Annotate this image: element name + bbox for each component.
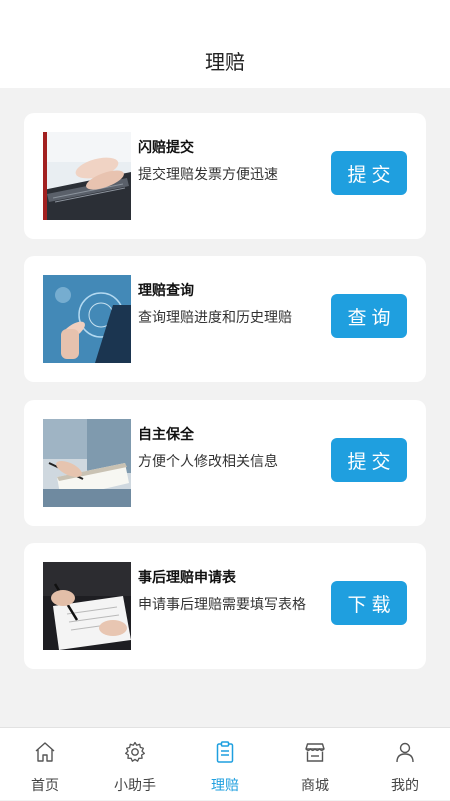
self-service-card: 自主保全 方便个人修改相关信息 提交	[24, 400, 426, 526]
card-title: 事后理赔申请表	[138, 570, 236, 586]
store-icon	[305, 743, 325, 762]
clipboard-icon	[216, 741, 234, 763]
tab-label: 我的	[391, 778, 419, 794]
top-bar: 理赔	[0, 0, 450, 88]
tab-mine[interactable]: 我的	[360, 728, 450, 801]
query-claim-button[interactable]: 查询	[331, 294, 407, 338]
card-description: 方便个人修改相关信息	[138, 454, 278, 470]
download-form-button[interactable]: 下载	[331, 581, 407, 625]
card-description: 申请事后理赔需要填写表格	[138, 597, 306, 613]
post-claim-form-card: 事后理赔申请表 申请事后理赔需要填写表格 下载	[24, 543, 426, 669]
submit-claim-button[interactable]: 提交	[331, 151, 407, 195]
tab-assistant[interactable]: 小助手	[90, 728, 180, 801]
claim-submit-card: 闪赔提交 提交理赔发票方便迅速 提交	[24, 113, 426, 239]
gear-icon	[125, 741, 145, 762]
bottom-tab-bar: 首页 小助手 理赔 商城 我的	[0, 727, 450, 800]
tab-home[interactable]: 首页	[0, 728, 90, 801]
card-title: 自主保全	[138, 427, 194, 443]
tab-label: 理赔	[211, 778, 239, 794]
home-icon	[35, 742, 55, 762]
card-description: 提交理赔发票方便迅速	[138, 167, 278, 183]
writing-clipboard-photo	[43, 419, 131, 507]
card-description: 查询理赔进度和历史理赔	[138, 310, 292, 326]
submit-self-service-button[interactable]: 提交	[331, 438, 407, 482]
card-title: 闪赔提交	[138, 140, 194, 156]
tab-label: 小助手	[114, 778, 156, 794]
claim-query-card: 理赔查询 查询理赔进度和历史理赔 查询	[24, 256, 426, 382]
touchscreen-photo	[43, 275, 131, 363]
tab-label: 首页	[31, 778, 59, 794]
page-title: 理赔	[205, 50, 245, 74]
signing-document-photo	[43, 562, 131, 650]
tab-mall[interactable]: 商城	[270, 728, 360, 801]
card-title: 理赔查询	[138, 283, 194, 299]
person-icon	[396, 742, 414, 763]
typing-laptop-photo	[43, 132, 131, 220]
tab-claims[interactable]: 理赔	[180, 728, 270, 801]
tab-label: 商城	[301, 778, 329, 794]
